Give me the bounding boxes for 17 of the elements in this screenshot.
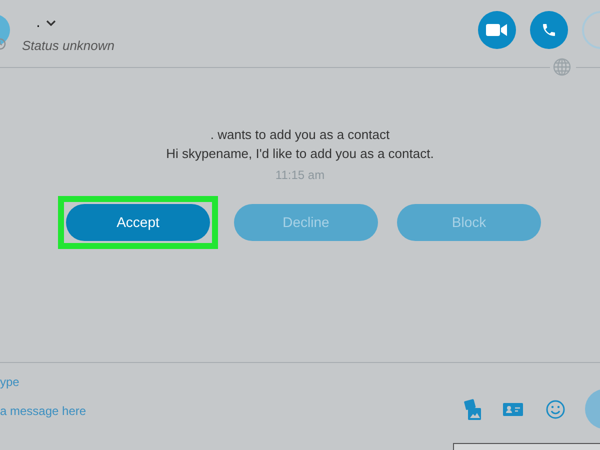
video-call-button[interactable] xyxy=(478,11,516,49)
request-message: Hi skypename, I'd like to add you as a contact. xyxy=(166,145,434,163)
emoji-icon[interactable] xyxy=(546,400,565,419)
contact-card-icon[interactable] xyxy=(503,403,523,416)
phone-icon xyxy=(541,22,557,38)
call-button[interactable] xyxy=(530,11,568,49)
action-button[interactable]: Accept xyxy=(66,204,210,241)
globe-icon[interactable] xyxy=(553,58,571,76)
contact-name[interactable]: . xyxy=(36,14,40,32)
message-input[interactable]: a message here xyxy=(0,401,300,421)
composer-label: ype xyxy=(0,374,20,391)
image-file-icon[interactable] xyxy=(464,399,482,421)
status-text: Status unknown xyxy=(22,37,115,55)
request-title: . wants to add you as a contact xyxy=(210,126,390,144)
chevron-down-icon[interactable] xyxy=(46,20,56,26)
video-camera-icon xyxy=(486,23,508,37)
timestamp: 11:15 am xyxy=(275,167,325,184)
